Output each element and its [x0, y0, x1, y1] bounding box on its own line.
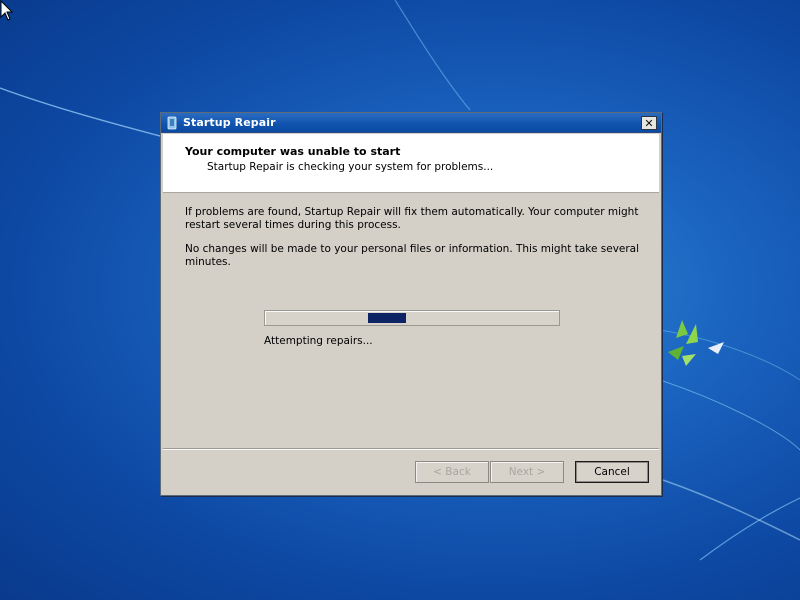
- dialog-title: Startup Repair: [183, 116, 276, 129]
- back-button[interactable]: < Back: [415, 461, 489, 483]
- close-icon: ✕: [644, 116, 654, 130]
- info-paragraph: If problems are found, Startup Repair wi…: [185, 206, 639, 231]
- startup-repair-dialog: Startup Repair ✕ Your computer was unabl…: [160, 112, 662, 496]
- close-button[interactable]: ✕: [641, 116, 657, 130]
- header-title: Your computer was unable to start: [185, 145, 401, 158]
- mouse-cursor-icon: [0, 0, 14, 21]
- cancel-button[interactable]: Cancel: [575, 461, 649, 483]
- notice-paragraph: No changes will be made to your personal…: [185, 243, 640, 268]
- header-subtitle: Startup Repair is checking your system f…: [207, 161, 494, 173]
- title-bar[interactable]: Startup Repair ✕: [161, 113, 661, 133]
- header-panel: Your computer was unable to start Startu…: [163, 134, 659, 193]
- next-button[interactable]: Next >: [490, 461, 564, 483]
- status-text: Attempting repairs...: [264, 335, 373, 347]
- startup-repair-icon: [167, 116, 177, 130]
- progress-indicator: [368, 313, 406, 323]
- progress-bar: [264, 310, 560, 326]
- button-separator: [163, 448, 659, 450]
